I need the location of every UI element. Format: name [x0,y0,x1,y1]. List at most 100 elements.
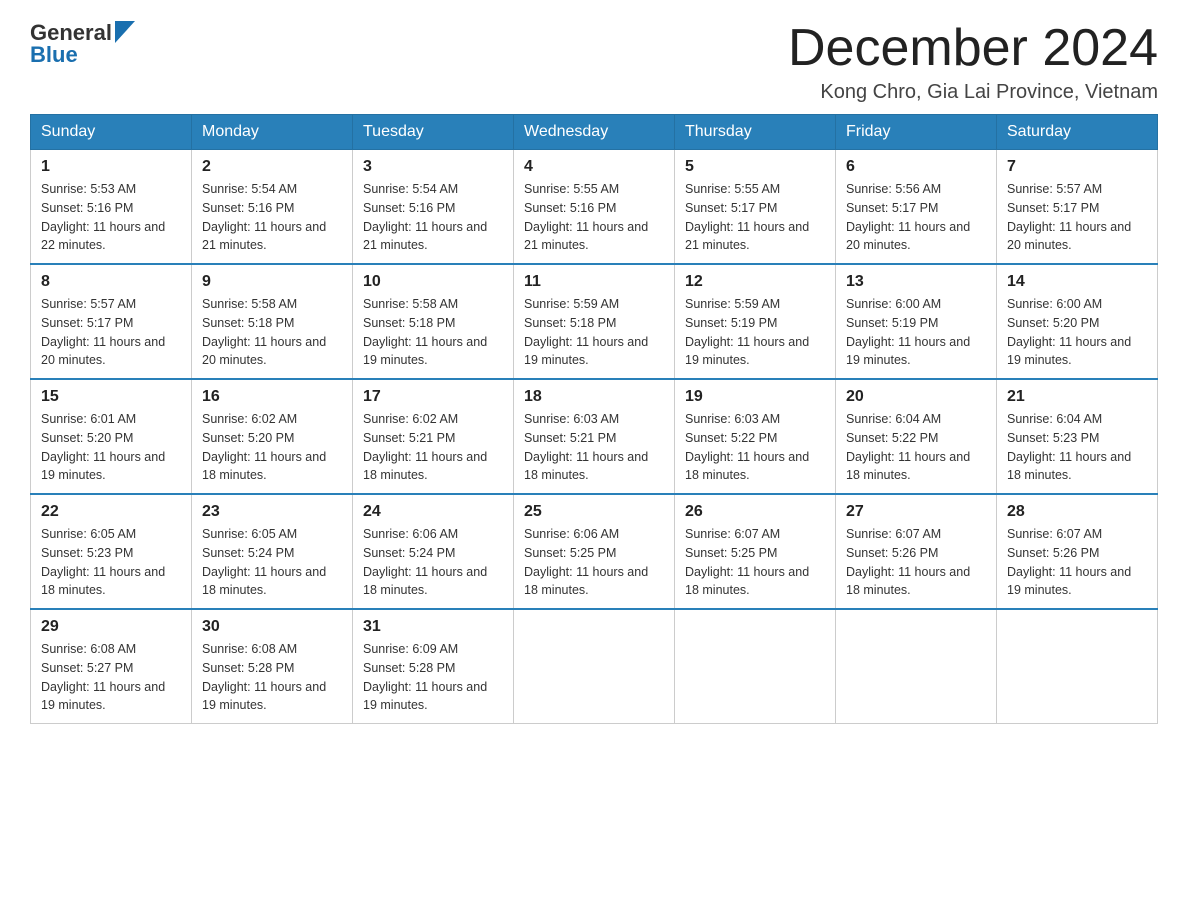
day-number: 28 [1007,503,1147,521]
day-number: 15 [41,388,181,406]
day-info: Sunrise: 5:56 AMSunset: 5:17 PMDaylight:… [846,180,986,255]
day-number: 14 [1007,273,1147,291]
title-section: December 2024 Kong Chro, Gia Lai Provinc… [788,20,1158,104]
week-row-4: 22 Sunrise: 6:05 AMSunset: 5:23 PMDaylig… [31,494,1158,609]
day-number: 29 [41,618,181,636]
day-cell: 30 Sunrise: 6:08 AMSunset: 5:28 PMDaylig… [192,609,353,724]
day-cell: 1 Sunrise: 5:53 AMSunset: 5:16 PMDayligh… [31,150,192,265]
week-row-2: 8 Sunrise: 5:57 AMSunset: 5:17 PMDayligh… [31,264,1158,379]
day-number: 9 [202,273,342,291]
day-info: Sunrise: 5:59 AMSunset: 5:19 PMDaylight:… [685,295,825,370]
day-number: 20 [846,388,986,406]
day-info: Sunrise: 6:04 AMSunset: 5:23 PMDaylight:… [1007,410,1147,485]
day-cell: 21 Sunrise: 6:04 AMSunset: 5:23 PMDaylig… [997,379,1158,494]
day-info: Sunrise: 6:06 AMSunset: 5:24 PMDaylight:… [363,525,503,600]
day-cell: 25 Sunrise: 6:06 AMSunset: 5:25 PMDaylig… [514,494,675,609]
day-info: Sunrise: 6:07 AMSunset: 5:26 PMDaylight:… [846,525,986,600]
day-info: Sunrise: 6:09 AMSunset: 5:28 PMDaylight:… [363,640,503,715]
day-cell: 16 Sunrise: 6:02 AMSunset: 5:20 PMDaylig… [192,379,353,494]
header-friday: Friday [836,115,997,150]
day-info: Sunrise: 6:08 AMSunset: 5:27 PMDaylight:… [41,640,181,715]
day-info: Sunrise: 6:03 AMSunset: 5:21 PMDaylight:… [524,410,664,485]
header-sunday: Sunday [31,115,192,150]
day-cell: 15 Sunrise: 6:01 AMSunset: 5:20 PMDaylig… [31,379,192,494]
day-info: Sunrise: 5:55 AMSunset: 5:16 PMDaylight:… [524,180,664,255]
day-info: Sunrise: 6:05 AMSunset: 5:23 PMDaylight:… [41,525,181,600]
day-info: Sunrise: 6:02 AMSunset: 5:21 PMDaylight:… [363,410,503,485]
day-cell [997,609,1158,724]
day-cell: 26 Sunrise: 6:07 AMSunset: 5:25 PMDaylig… [675,494,836,609]
day-number: 26 [685,503,825,521]
day-cell: 6 Sunrise: 5:56 AMSunset: 5:17 PMDayligh… [836,150,997,265]
logo-triangle-icon [115,21,135,43]
day-number: 30 [202,618,342,636]
day-number: 23 [202,503,342,521]
header-saturday: Saturday [997,115,1158,150]
day-cell [675,609,836,724]
day-cell: 13 Sunrise: 6:00 AMSunset: 5:19 PMDaylig… [836,264,997,379]
day-number: 27 [846,503,986,521]
day-info: Sunrise: 5:55 AMSunset: 5:17 PMDaylight:… [685,180,825,255]
day-cell: 8 Sunrise: 5:57 AMSunset: 5:17 PMDayligh… [31,264,192,379]
day-cell: 10 Sunrise: 5:58 AMSunset: 5:18 PMDaylig… [353,264,514,379]
day-number: 1 [41,158,181,176]
week-row-3: 15 Sunrise: 6:01 AMSunset: 5:20 PMDaylig… [31,379,1158,494]
day-cell: 19 Sunrise: 6:03 AMSunset: 5:22 PMDaylig… [675,379,836,494]
location-text: Kong Chro, Gia Lai Province, Vietnam [788,81,1158,104]
day-info: Sunrise: 6:03 AMSunset: 5:22 PMDaylight:… [685,410,825,485]
day-cell: 4 Sunrise: 5:55 AMSunset: 5:16 PMDayligh… [514,150,675,265]
day-cell: 24 Sunrise: 6:06 AMSunset: 5:24 PMDaylig… [353,494,514,609]
day-cell: 11 Sunrise: 5:59 AMSunset: 5:18 PMDaylig… [514,264,675,379]
day-cell [836,609,997,724]
day-cell: 23 Sunrise: 6:05 AMSunset: 5:24 PMDaylig… [192,494,353,609]
day-cell: 14 Sunrise: 6:00 AMSunset: 5:20 PMDaylig… [997,264,1158,379]
day-info: Sunrise: 6:04 AMSunset: 5:22 PMDaylight:… [846,410,986,485]
month-title: December 2024 [788,20,1158,77]
day-number: 21 [1007,388,1147,406]
day-info: Sunrise: 6:06 AMSunset: 5:25 PMDaylight:… [524,525,664,600]
day-cell: 5 Sunrise: 5:55 AMSunset: 5:17 PMDayligh… [675,150,836,265]
day-info: Sunrise: 6:01 AMSunset: 5:20 PMDaylight:… [41,410,181,485]
day-info: Sunrise: 6:07 AMSunset: 5:25 PMDaylight:… [685,525,825,600]
calendar-header-row: SundayMondayTuesdayWednesdayThursdayFrid… [31,115,1158,150]
day-cell: 18 Sunrise: 6:03 AMSunset: 5:21 PMDaylig… [514,379,675,494]
page-header: General Blue December 2024 Kong Chro, Gi… [30,20,1158,104]
header-tuesday: Tuesday [353,115,514,150]
day-cell: 7 Sunrise: 5:57 AMSunset: 5:17 PMDayligh… [997,150,1158,265]
day-info: Sunrise: 5:54 AMSunset: 5:16 PMDaylight:… [202,180,342,255]
day-info: Sunrise: 6:07 AMSunset: 5:26 PMDaylight:… [1007,525,1147,600]
day-info: Sunrise: 5:57 AMSunset: 5:17 PMDaylight:… [1007,180,1147,255]
day-info: Sunrise: 5:59 AMSunset: 5:18 PMDaylight:… [524,295,664,370]
day-number: 22 [41,503,181,521]
day-info: Sunrise: 5:58 AMSunset: 5:18 PMDaylight:… [202,295,342,370]
day-info: Sunrise: 5:57 AMSunset: 5:17 PMDaylight:… [41,295,181,370]
week-row-1: 1 Sunrise: 5:53 AMSunset: 5:16 PMDayligh… [31,150,1158,265]
day-number: 3 [363,158,503,176]
day-info: Sunrise: 6:00 AMSunset: 5:19 PMDaylight:… [846,295,986,370]
day-number: 16 [202,388,342,406]
day-number: 24 [363,503,503,521]
day-cell: 17 Sunrise: 6:02 AMSunset: 5:21 PMDaylig… [353,379,514,494]
day-number: 18 [524,388,664,406]
day-number: 6 [846,158,986,176]
day-number: 11 [524,273,664,291]
day-info: Sunrise: 6:00 AMSunset: 5:20 PMDaylight:… [1007,295,1147,370]
day-cell: 2 Sunrise: 5:54 AMSunset: 5:16 PMDayligh… [192,150,353,265]
day-cell: 3 Sunrise: 5:54 AMSunset: 5:16 PMDayligh… [353,150,514,265]
header-monday: Monday [192,115,353,150]
logo-blue-text: Blue [30,42,78,68]
day-cell: 22 Sunrise: 6:05 AMSunset: 5:23 PMDaylig… [31,494,192,609]
day-cell: 31 Sunrise: 6:09 AMSunset: 5:28 PMDaylig… [353,609,514,724]
header-thursday: Thursday [675,115,836,150]
day-number: 8 [41,273,181,291]
day-number: 4 [524,158,664,176]
day-info: Sunrise: 5:58 AMSunset: 5:18 PMDaylight:… [363,295,503,370]
day-number: 2 [202,158,342,176]
day-info: Sunrise: 5:54 AMSunset: 5:16 PMDaylight:… [363,180,503,255]
day-cell: 27 Sunrise: 6:07 AMSunset: 5:26 PMDaylig… [836,494,997,609]
calendar-table: SundayMondayTuesdayWednesdayThursdayFrid… [30,114,1158,724]
header-wednesday: Wednesday [514,115,675,150]
day-info: Sunrise: 6:02 AMSunset: 5:20 PMDaylight:… [202,410,342,485]
day-number: 10 [363,273,503,291]
logo: General Blue [30,20,135,68]
